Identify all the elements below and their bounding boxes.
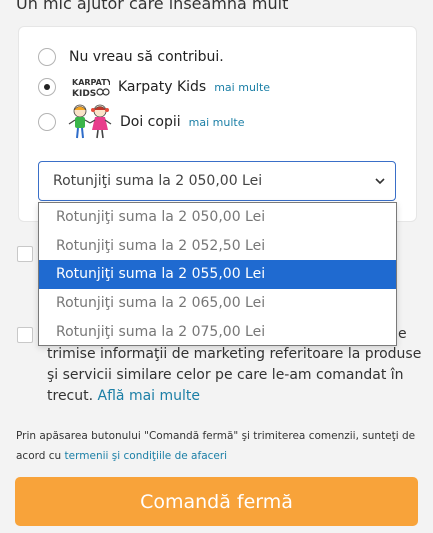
- consent-text-fragment: e: [398, 326, 407, 342]
- terms-link[interactable]: termenii şi condiţiile de afaceri: [65, 450, 228, 462]
- confirm-order-button[interactable]: Comandă fermă: [15, 477, 418, 526]
- consent-line: şi servicii similare celor pe care le-am…: [47, 367, 404, 383]
- doi-copii-logo: [68, 104, 112, 139]
- svg-text:KIDS: KIDS: [72, 89, 96, 98]
- section-title: Un mic ajutor care înseamnă mult: [16, 0, 289, 13]
- radio-button[interactable]: [38, 78, 56, 96]
- marketing-consent-text: trimise informaţii de marketing referito…: [47, 344, 423, 407]
- karpaty-kids-logo: KARPATY KIDS: [72, 78, 110, 98]
- option-label: Nu vreau să contribui.: [69, 49, 224, 65]
- chevron-down-icon: [375, 178, 385, 185]
- marketing-consent-checkbox[interactable]: [17, 327, 33, 343]
- dropdown-option[interactable]: Rotunjiţi suma la 2 075,00 Lei: [39, 317, 396, 346]
- radio-button[interactable]: [38, 48, 56, 66]
- checkbox[interactable]: [17, 246, 33, 262]
- consent-line-text: trecut.: [47, 388, 98, 404]
- donation-option-karpaty-kids[interactable]: KARPATY KIDS Karpaty Kids mai multe: [38, 76, 270, 98]
- option-label: Karpaty Kids: [118, 79, 207, 95]
- donation-option-doi-copii[interactable]: Doi copii mai multe: [38, 102, 244, 142]
- consent-line: trecut. Află mai multe: [47, 386, 423, 407]
- dropdown-option-highlighted[interactable]: Rotunjiţi suma la 2 055,00 Lei: [39, 260, 396, 289]
- learn-more-link[interactable]: Află mai multe: [98, 388, 200, 404]
- rounding-dropdown-list: Rotunjiţi suma la 2 050,00 Lei Rotunjiţi…: [38, 202, 397, 346]
- dropdown-option[interactable]: Rotunjiţi suma la 2 052,50 Lei: [39, 232, 396, 261]
- svg-text:KARPATY: KARPATY: [72, 78, 110, 87]
- select-value: Rotunjiţi suma la 2 050,00 Lei: [53, 173, 263, 189]
- radio-button[interactable]: [38, 113, 56, 131]
- dropdown-option[interactable]: Rotunjiţi suma la 2 050,00 Lei: [39, 203, 396, 232]
- dropdown-option[interactable]: Rotunjiţi suma la 2 065,00 Lei: [39, 289, 396, 318]
- rounding-select[interactable]: Rotunjiţi suma la 2 050,00 Lei: [38, 161, 396, 201]
- more-link[interactable]: mai multe: [189, 116, 245, 129]
- donation-option-none[interactable]: Nu vreau să contribui.: [38, 48, 224, 66]
- option-label: Doi copii: [120, 114, 181, 130]
- terms-notice: Prin apăsarea butonului "Comandă fermă" …: [16, 426, 421, 466]
- more-link[interactable]: mai multe: [214, 81, 270, 94]
- consent-line: trimise informaţii de marketing referito…: [47, 346, 422, 362]
